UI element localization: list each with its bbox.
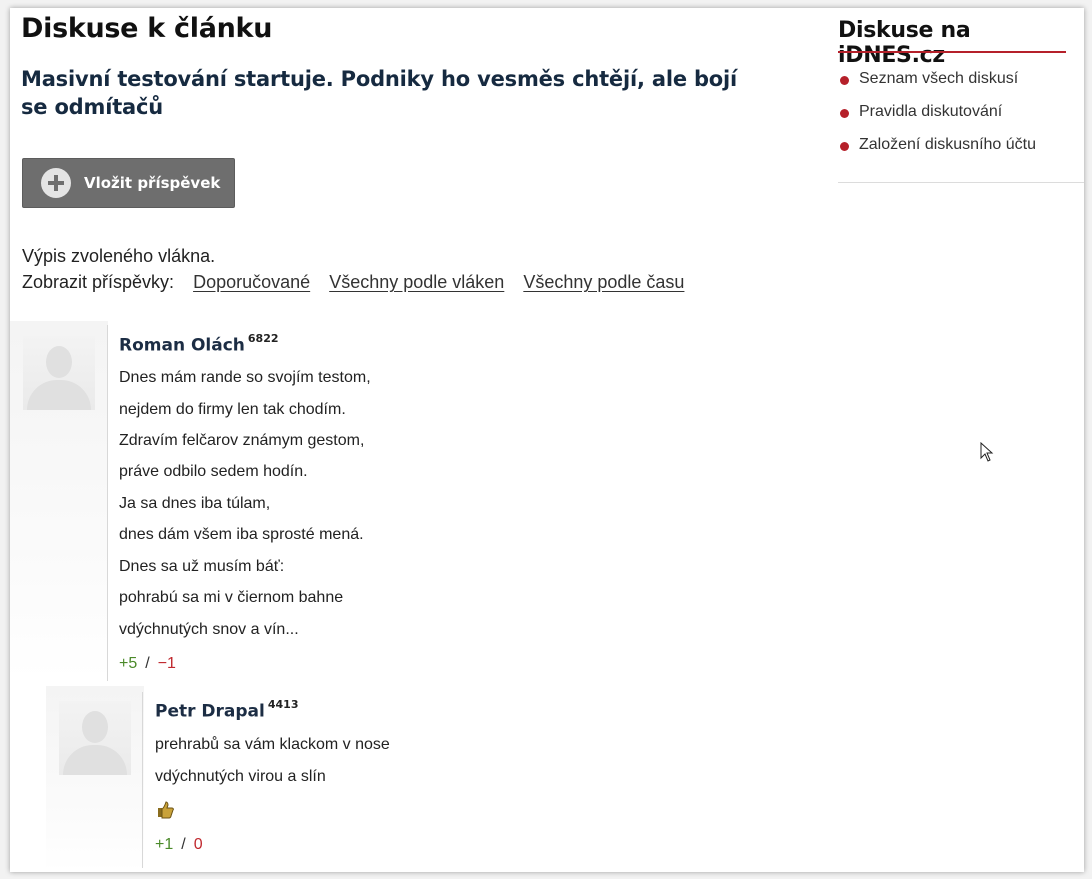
view-link-recommended[interactable]: Doporučované [193, 272, 310, 292]
avatar-head [46, 346, 72, 378]
sidebar-link-create-account[interactable]: Založení diskusního účtu [838, 136, 1036, 169]
comment-text-line: Ja sa dnes iba túlam, [119, 495, 271, 512]
comment-text-line: vdýchnutých virou a slín [155, 768, 326, 785]
comment-reply: Petr Drapal 4413 prehrabů sa vám klackom … [46, 686, 770, 872]
view-selector: Zobrazit příspěvky: Doporučované Všechny… [22, 272, 684, 293]
comment-text-line: nejdem do firmy len tak chodím. [119, 401, 346, 418]
sidebar-link-all-discussions[interactable]: Seznam všech diskusí [838, 70, 1036, 103]
comment-text-line: práve odbilo sedem hodín. [119, 463, 308, 480]
vote-separator: / [181, 836, 186, 853]
page-frame: Diskuse k článku Masivní testování start… [10, 8, 1084, 872]
comment-divider [142, 692, 143, 868]
comment-text-line: Zdravím felčarov známym gestom, [119, 432, 365, 449]
bullet-icon [840, 142, 849, 151]
vote-separator: / [145, 655, 150, 672]
thread-note: Výpis zvoleného vlákna. [22, 246, 216, 266]
avatar[interactable] [23, 336, 95, 410]
comment-author[interactable]: Roman Olách 6822 [119, 332, 279, 356]
sidebar-title: Diskuse na iDNES.cz [838, 18, 971, 68]
avatar-body [27, 380, 91, 410]
sidebar-link-label[interactable]: Seznam všech diskusí [859, 70, 1018, 87]
comment: Roman Olách 6822 Dnes mám rande so svojím… [10, 321, 770, 681]
vote-plus[interactable]: +5 [119, 655, 137, 672]
author-score: 4413 [267, 698, 299, 711]
mouse-cursor-icon [980, 442, 994, 462]
vote-minus[interactable]: 0 [194, 836, 203, 853]
page-title: Diskuse k článku [21, 13, 273, 44]
avatar-head [82, 711, 108, 743]
sidebar-links: Seznam všech diskusí Pravidla diskutován… [838, 70, 1036, 169]
comment-text-line: Dnes mám rande so svojím testom, [119, 369, 371, 386]
thumbs-up-icon [158, 801, 174, 819]
comment-votes: +5 / −1 [119, 655, 176, 673]
bullet-icon [840, 109, 849, 118]
comment-votes: +1 / 0 [155, 836, 203, 854]
sidebar-link-rules[interactable]: Pravidla diskutování [838, 103, 1036, 136]
vote-minus[interactable]: −1 [158, 655, 176, 672]
add-post-button[interactable]: Vložit příspěvek [22, 158, 235, 208]
comment-text-line: Dnes sa už musím báť: [119, 558, 285, 575]
bullet-icon [840, 76, 849, 85]
plus-circle-icon [41, 168, 71, 198]
sidebar-divider [838, 182, 1084, 183]
comment-text-line: vdýchnutých snov a vín... [119, 621, 299, 638]
article-title[interactable]: Masivní testování startuje. Podniky ho v… [21, 65, 761, 121]
sidebar-link-label[interactable]: Založení diskusního účtu [859, 136, 1036, 153]
view-label: Zobrazit příspěvky: [22, 272, 175, 292]
avatar[interactable] [59, 701, 131, 775]
comment-author[interactable]: Petr Drapal 4413 [155, 698, 299, 722]
view-link-by-thread[interactable]: Všechny podle vláken [329, 272, 504, 292]
comment-text-line: prehrabů sa vám klackom v nose [155, 736, 390, 753]
avatar-body [63, 745, 127, 775]
author-name[interactable]: Petr Drapal [155, 702, 265, 722]
add-post-label: Vložit příspěvek [84, 174, 221, 192]
comment-text-line: dnes dám všem iba sprosté mená. [119, 526, 364, 543]
comment-text-line: pohrabú sa mi v čiernom bahne [119, 589, 344, 606]
author-score: 6822 [247, 332, 279, 345]
vote-plus[interactable]: +1 [155, 836, 173, 853]
sidebar-title-underline [838, 51, 1066, 53]
author-name[interactable]: Roman Olách [119, 336, 245, 356]
view-link-by-time[interactable]: Všechny podle času [523, 272, 684, 292]
sidebar-link-label[interactable]: Pravidla diskutování [859, 103, 1002, 120]
comment-divider [107, 325, 108, 681]
